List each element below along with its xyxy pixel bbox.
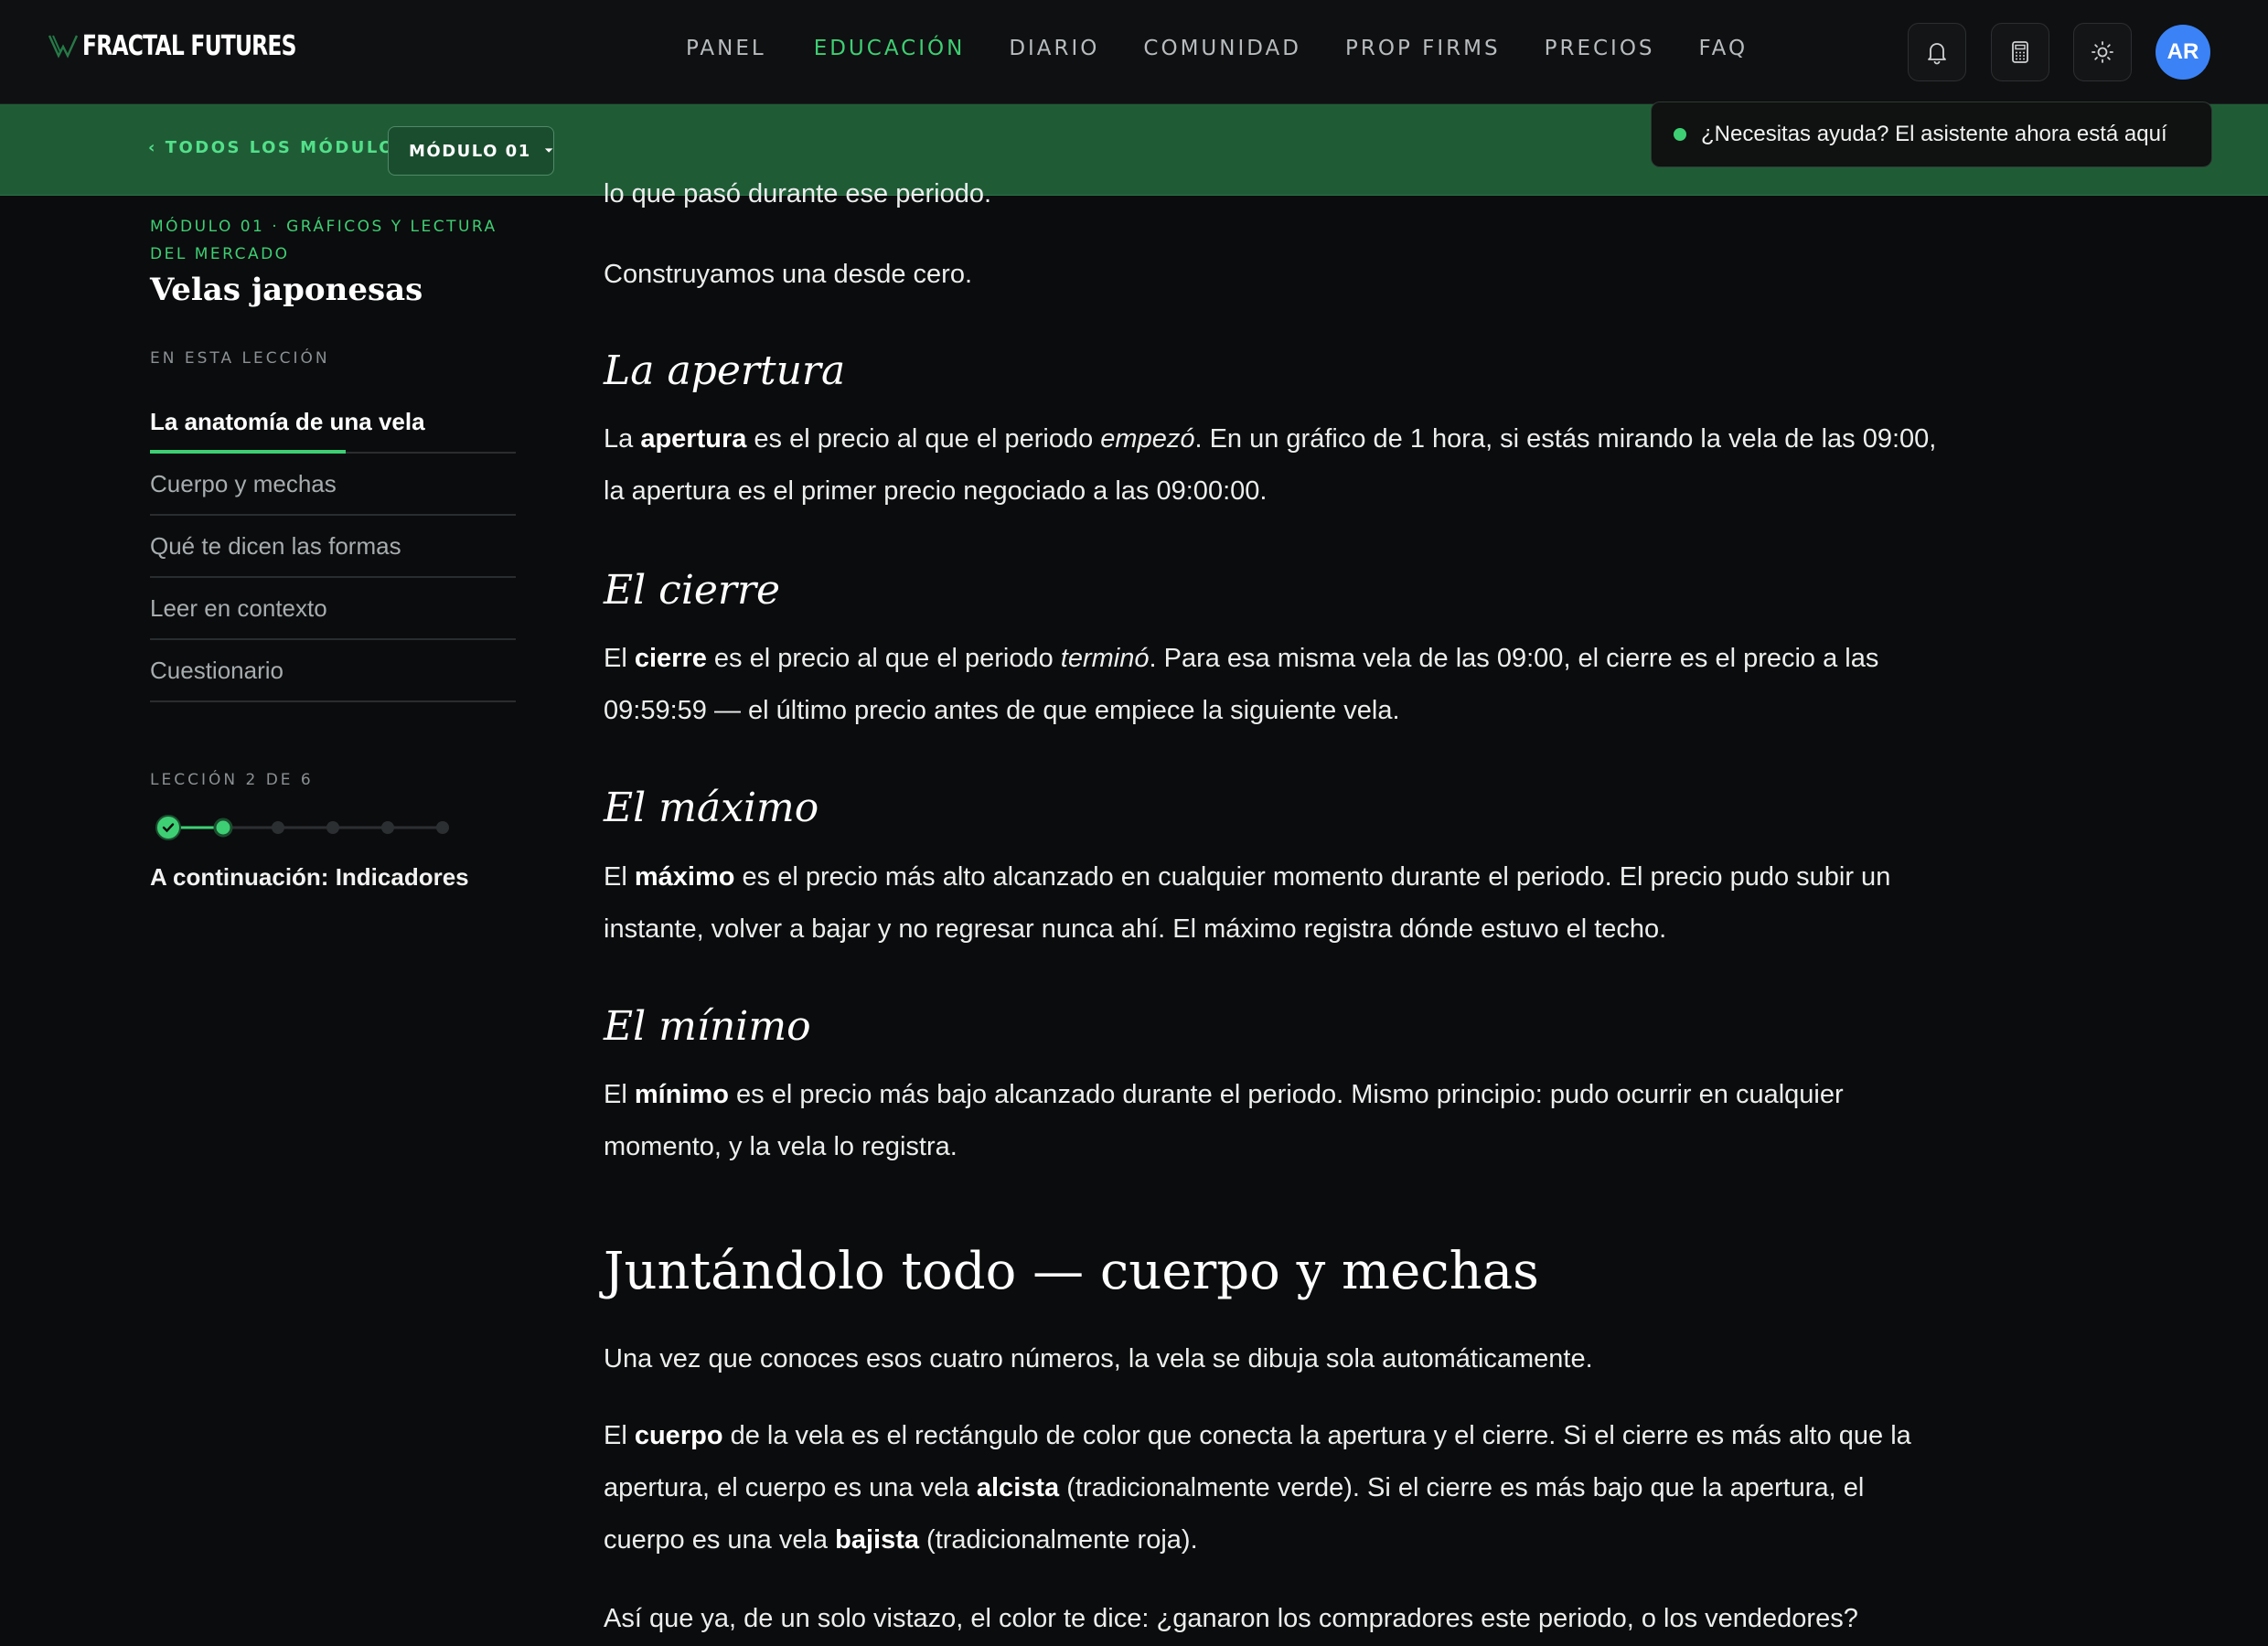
bold-term: mínimo — [634, 1080, 729, 1109]
bell-icon — [1928, 43, 1946, 65]
progress-step-completed — [155, 815, 181, 840]
text-run: La — [604, 424, 641, 454]
module-kicker: MÓDULO 01 · GRÁFICOS Y LECTURA DEL MERCA… — [150, 218, 497, 263]
main-nav: PANEL EDUCACIÓN DIARIO COMUNIDAD PROP FIRMS P… — [686, 37, 1748, 60]
nav-item-precios[interactable]: PRECIOS — [1545, 37, 1655, 60]
in-lesson-heading: EN ESTA LECCIÓN — [150, 349, 330, 368]
bold-term: máximo — [634, 862, 735, 892]
progress-step-pending — [326, 821, 339, 834]
progress-step-pending — [436, 821, 449, 834]
section-body-cierre: El cierre es el precio al que el periodo… — [604, 633, 1939, 737]
lesson-count: LECCIÓN 2 DE 6 — [150, 771, 314, 789]
paragraph-cuatro-numeros: Una vez que conoces esos cuatro números,… — [604, 1344, 1593, 1373]
chevron-left-icon: ‹ — [148, 138, 166, 157]
section-body-minimo: El mínimo es el precio más bajo alcanzad… — [604, 1069, 1939, 1173]
intro-paragraph: Construyamos una desde cero. — [604, 260, 972, 289]
toc-item-formas[interactable]: Qué te dicen las formas — [150, 516, 516, 578]
progress-step-pending — [272, 821, 284, 834]
brand-logo[interactable]: FRACTAL FUTURES — [48, 26, 357, 66]
bold-term: cuerpo — [634, 1421, 723, 1450]
text-run: El — [604, 1080, 635, 1109]
toc-item-cuestionario[interactable]: Cuestionario — [150, 640, 516, 702]
text-run: es el precio más bajo alcanzado durante … — [604, 1080, 1844, 1161]
assistant-help-toast[interactable]: ¿Necesitas ayuda? El asistente ahora est… — [1651, 102, 2212, 167]
calculator-button[interactable] — [1991, 23, 2049, 81]
emphasis-text: terminó — [1060, 644, 1150, 673]
user-avatar[interactable]: AR — [2156, 25, 2210, 80]
lesson-progress — [155, 815, 449, 840]
section-heading-minimo: El mínimo — [604, 1003, 811, 1050]
next-lesson-link[interactable]: A continuación: Indicadores — [150, 863, 469, 892]
nav-item-faq[interactable]: FAQ — [1699, 37, 1749, 60]
top-navigation: FRACTAL FUTURES PANEL EDUCACIÓN DIARIO COMU… — [0, 0, 2268, 104]
section-heading-apertura: La apertura — [604, 347, 846, 394]
chevron-down-icon — [544, 148, 553, 153]
breadcrumb-separator: · — [368, 137, 373, 155]
progress-step-current — [213, 818, 233, 838]
text-run: (tradicionalmente roja). — [919, 1525, 1198, 1555]
brand-name: FRACTAL FUTURES — [82, 29, 296, 62]
section-heading-cierre: El cierre — [604, 567, 781, 614]
section-title-juntandolo: Juntándolo todo — cuerpo y mechas — [604, 1242, 1539, 1301]
bold-term: alcista — [976, 1473, 1060, 1502]
sun-icon — [2091, 41, 2113, 63]
text-run: El — [604, 862, 635, 892]
text-run: es el precio más alto alcanzado en cualq… — [604, 862, 1891, 944]
emphasis-text: empezó — [1100, 424, 1195, 454]
paragraph-color: Así que ya, de un solo vistazo, el color… — [604, 1604, 1858, 1633]
nav-item-panel[interactable]: PANEL — [686, 37, 766, 60]
text-run: es el precio al que el periodo — [746, 424, 1101, 454]
cut-off-line: lo que pasó durante ese periodo. — [604, 179, 992, 208]
module-selector[interactable]: MÓDULO 01 — [388, 126, 554, 176]
text-run: es el precio al que el periodo — [706, 644, 1061, 673]
module-selector-label: MÓDULO 01 — [409, 141, 531, 161]
notifications-button[interactable] — [1908, 23, 1966, 81]
nav-item-educación[interactable]: EDUCACIÓN — [814, 37, 966, 60]
toc-item-cuerpo-y-mechas[interactable]: Cuerpo y mechas — [150, 454, 516, 516]
bold-term: apertura — [640, 424, 747, 454]
nav-item-comunidad[interactable]: COMUNIDAD — [1143, 37, 1301, 60]
paragraph-cuerpo: El cuerpo de la vela es el rectángulo de… — [604, 1410, 1939, 1566]
calculator-icon — [2012, 41, 2028, 63]
section-heading-maximo: El máximo — [604, 785, 819, 831]
lesson-toc: La anatomía de una vela Cuerpo y mechas … — [150, 391, 516, 702]
progress-step-pending — [381, 821, 394, 834]
text-run: El — [604, 1421, 635, 1450]
bold-term: cierre — [634, 644, 707, 673]
bold-term: bajista — [835, 1525, 919, 1555]
online-status-dot — [1674, 128, 1686, 141]
text-run: El — [604, 644, 635, 673]
lesson-title: Velas japonesas — [150, 272, 423, 308]
toc-item-anatomia[interactable]: La anatomía de una vela — [150, 391, 516, 454]
section-body-maximo: El máximo es el precio más alto alcanzad… — [604, 851, 1939, 956]
nav-item-prop-firms[interactable]: PROP FIRMS — [1345, 37, 1501, 60]
logo-mark-icon — [48, 35, 79, 59]
nav-item-diario[interactable]: DIARIO — [1009, 37, 1099, 60]
theme-toggle-button[interactable] — [2073, 23, 2132, 81]
toc-item-contexto[interactable]: Leer en contexto — [150, 578, 516, 640]
section-body-apertura: La apertura es el precio al que el perio… — [604, 413, 1939, 518]
assistant-help-text: ¿Necesitas ayuda? El asistente ahora est… — [1701, 122, 2167, 146]
